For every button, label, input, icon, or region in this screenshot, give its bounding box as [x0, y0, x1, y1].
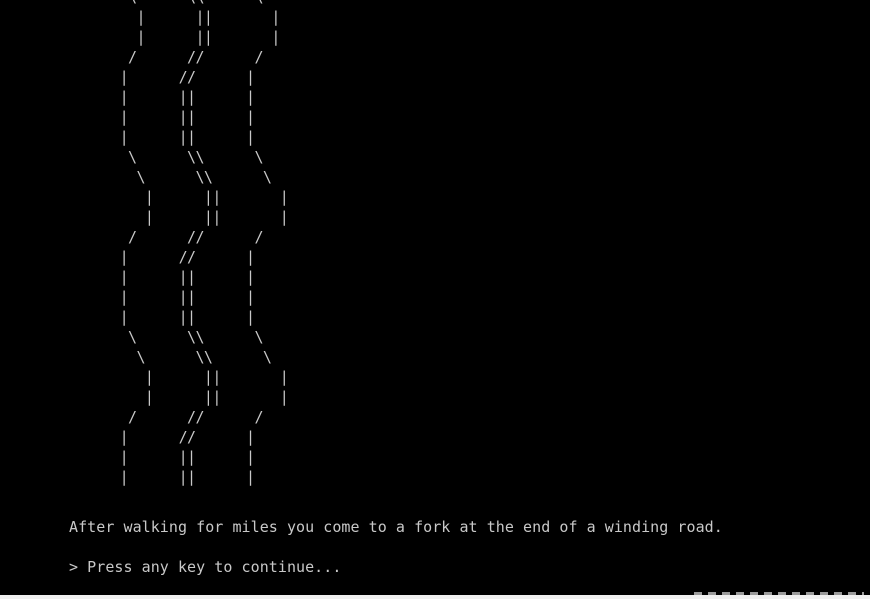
narration-text: After walking for miles you come to a fo… [69, 518, 723, 536]
window-bottom-edge [0, 595, 870, 599]
continue-prompt[interactable]: > Press any key to continue... [69, 557, 341, 577]
cropped-taskbar-fragment [694, 592, 864, 595]
console-window[interactable]: \ \\ \ | || | | || | / // / | // | | || … [0, 0, 870, 599]
ascii-art-winding-road: \ \\ \ | || | | || | / // / | // | | || … [119, 0, 289, 486]
